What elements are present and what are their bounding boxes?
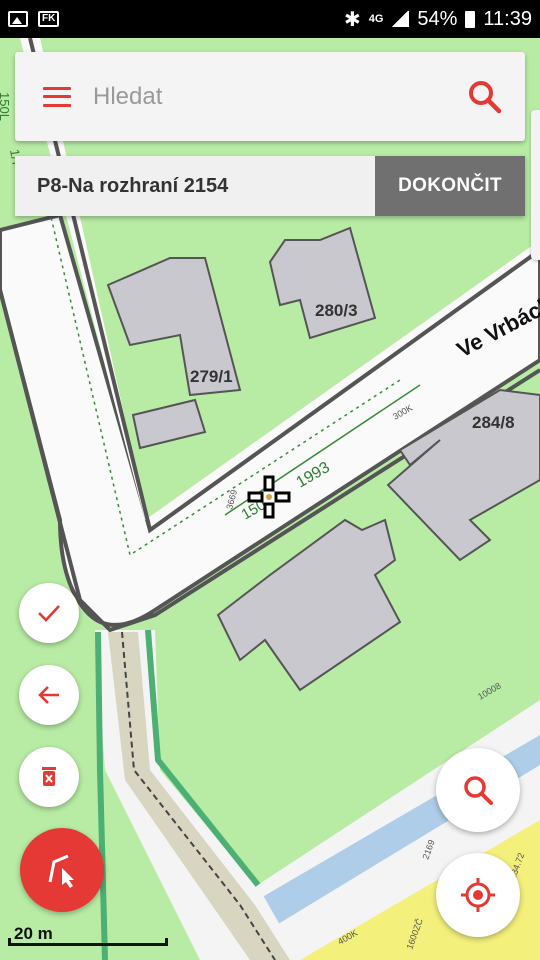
menu-icon[interactable] bbox=[43, 86, 71, 107]
search-icon[interactable] bbox=[467, 79, 503, 115]
battery-percent: 54% bbox=[417, 7, 458, 30]
fk-icon: FK bbox=[38, 11, 60, 27]
parcel-label-284-8: 284/8 bbox=[472, 413, 515, 432]
draw-line-button[interactable] bbox=[20, 828, 104, 912]
search-input[interactable] bbox=[93, 76, 467, 117]
status-bar: FK ✱ 4G 54% 11:39 bbox=[0, 0, 540, 38]
network-type: 4G bbox=[368, 13, 384, 25]
trash-icon bbox=[42, 767, 56, 786]
side-panel-handle[interactable] bbox=[531, 110, 540, 260]
gps-target-icon bbox=[461, 878, 495, 912]
scale-bar: 20 m bbox=[8, 924, 168, 946]
finish-button[interactable]: DOKONČIT bbox=[375, 156, 525, 216]
task-bar: P8-Na rozhraní 2154 DOKONČIT bbox=[15, 156, 525, 216]
parcel-label-279-1: 279/1 bbox=[190, 367, 233, 386]
search-bar bbox=[15, 52, 525, 141]
magnifier-icon bbox=[464, 776, 493, 805]
delete-button[interactable] bbox=[19, 747, 79, 807]
signal-icon bbox=[391, 11, 410, 27]
parcel-label-280-3: 280/3 bbox=[315, 301, 358, 320]
bluetooth-icon: ✱ bbox=[343, 8, 361, 31]
zoom-search-button[interactable] bbox=[436, 748, 520, 832]
check-icon bbox=[38, 605, 60, 622]
scale-line bbox=[8, 938, 168, 946]
confirm-button[interactable] bbox=[19, 583, 79, 643]
task-title: P8-Na rozhraní 2154 bbox=[37, 174, 229, 197]
locate-button[interactable] bbox=[436, 853, 520, 937]
arrow-left-icon bbox=[38, 686, 59, 704]
clock: 11:39 bbox=[483, 7, 532, 30]
battery-icon bbox=[465, 10, 476, 28]
image-icon bbox=[8, 11, 28, 27]
draw-line-icon bbox=[48, 854, 74, 888]
small-label-150l: 150L bbox=[0, 92, 12, 121]
back-button[interactable] bbox=[19, 665, 79, 725]
